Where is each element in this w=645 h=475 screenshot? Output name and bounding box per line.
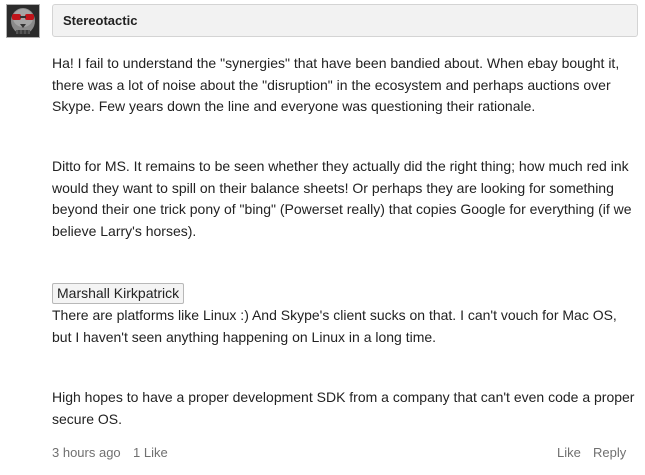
like-button[interactable]: Like [557, 445, 581, 460]
comment-header: Stereotactic [52, 4, 638, 37]
author-name[interactable]: Stereotactic [63, 13, 137, 28]
mention-tag[interactable]: Marshall Kirkpatrick [52, 283, 185, 304]
comment-paragraph: There are platforms like Linux :) And Sk… [52, 307, 617, 345]
comment-paragraph: High hopes to have a proper development … [52, 389, 635, 427]
comment-paragraph: Ditto for MS. It remains to be seen whet… [52, 158, 632, 239]
comment-paragraph: Ha! I fail to understand the "synergies"… [52, 55, 620, 114]
like-count[interactable]: 1 Like [133, 445, 168, 460]
reply-button[interactable]: Reply [593, 445, 626, 460]
timestamp[interactable]: 3 hours ago [52, 445, 121, 460]
author-avatar[interactable] [6, 4, 40, 38]
skull-avatar-icon [7, 5, 39, 37]
comment-footer: 3 hours ago 1 Like Like Reply [52, 445, 638, 463]
